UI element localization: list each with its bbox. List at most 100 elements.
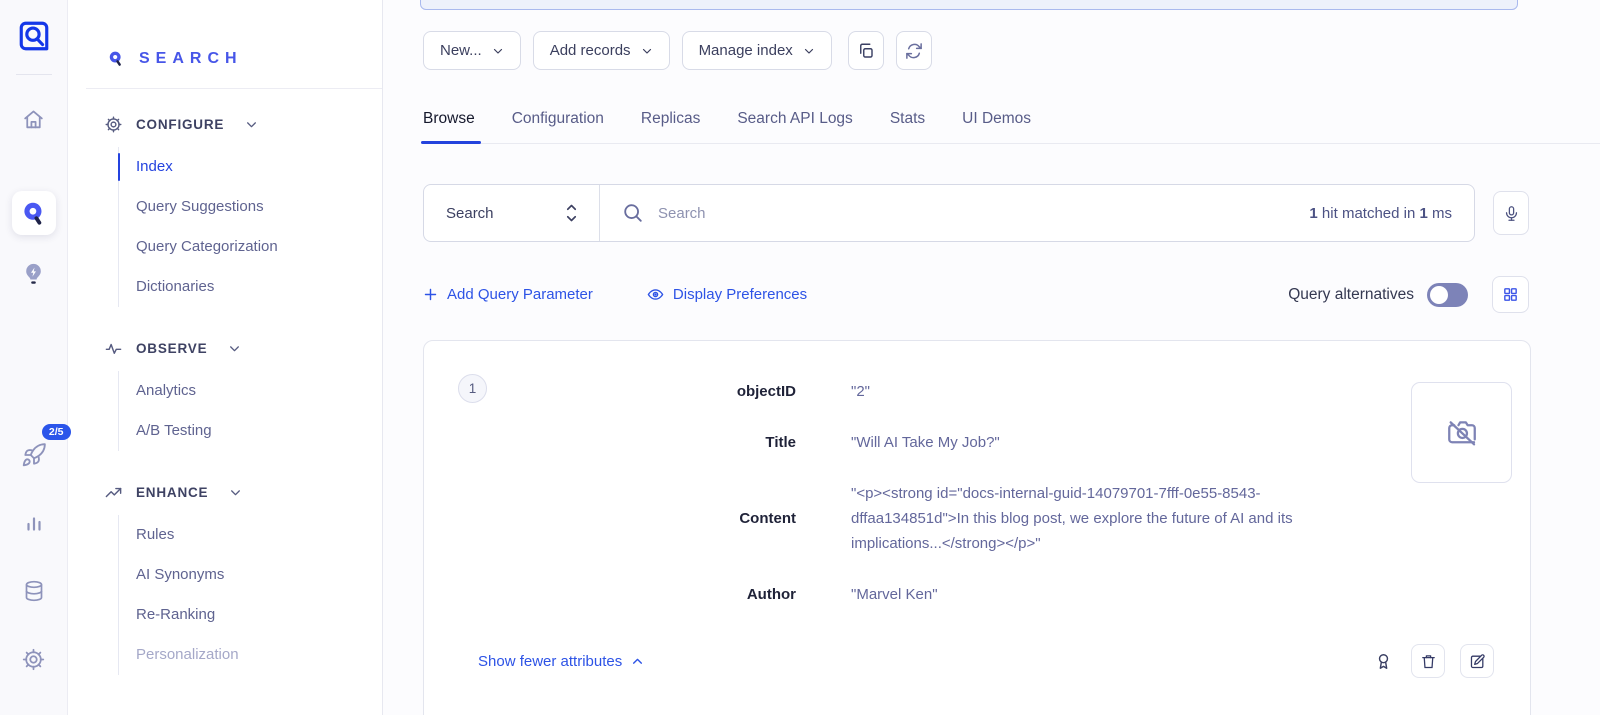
record-actions (1370, 644, 1494, 678)
chevron-down-icon (803, 45, 815, 57)
chevron-down-icon (492, 45, 504, 57)
sidebar-item-ab-testing[interactable]: A/B Testing (119, 411, 382, 451)
award-icon (1374, 652, 1393, 671)
plus-icon (423, 287, 438, 302)
chevron-up-icon (631, 655, 644, 668)
camera-off-icon (1445, 416, 1479, 450)
gear-icon (21, 647, 46, 672)
attribute-value: "Will AI Take My Job?" (851, 430, 1000, 455)
layout-grid-button[interactable] (1492, 276, 1529, 313)
search-product-button[interactable] (12, 191, 56, 235)
getting-started-button[interactable]: 2/5 (12, 433, 56, 477)
tab-replicas[interactable]: Replicas (641, 110, 700, 143)
manage-index-button[interactable]: Manage index (682, 31, 832, 70)
sidebar-item-index[interactable]: Index (119, 147, 382, 187)
tab-ui-demos[interactable]: UI Demos (962, 110, 1031, 143)
sidebar-section-observe: OBSERVE Analytics A/B Testing (68, 335, 382, 457)
home-button[interactable] (12, 97, 56, 141)
tab-configuration[interactable]: Configuration (512, 110, 604, 143)
enhance-section-header[interactable]: ENHANCE (68, 479, 382, 505)
search-bar: Search 1 hit matched in 1 ms (423, 184, 1475, 242)
search-magnifier-brand-icon (106, 49, 127, 70)
query-alternatives-control: Query alternatives (1288, 283, 1468, 307)
search-input[interactable] (658, 205, 1309, 222)
sidebar-item-query-suggestions[interactable]: Query Suggestions (119, 187, 382, 227)
chevron-down-icon (228, 342, 241, 355)
sidebar-item-query-categorization[interactable]: Query Categorization (119, 227, 382, 267)
voice-search-button[interactable] (1493, 191, 1529, 235)
attribute-row: Title "Will AI Take My Job?" (460, 430, 1494, 455)
observe-section-header[interactable]: OBSERVE (68, 335, 382, 361)
eye-icon (647, 286, 664, 303)
display-preferences-link[interactable]: Display Preferences (647, 286, 807, 303)
search-product-icon (20, 200, 47, 227)
recommend-button[interactable] (12, 251, 56, 295)
rail-divider (16, 74, 52, 75)
bar-chart-icon (22, 511, 46, 535)
trash-icon (1420, 653, 1437, 670)
search-mode-select[interactable]: Search (424, 185, 600, 241)
sidebar-item-dictionaries[interactable]: Dictionaries (119, 267, 382, 307)
attribute-name: Author (460, 586, 796, 603)
add-query-parameter-link[interactable]: Add Query Parameter (423, 286, 593, 303)
analytics-rail-button[interactable] (12, 501, 56, 545)
search-row: Search 1 hit matched in 1 ms (423, 184, 1529, 242)
sidebar-item-personalization[interactable]: Personalization (119, 635, 382, 675)
configure-section-header[interactable]: CONFIGURE (68, 111, 382, 137)
main-panel: New... Add records Manage index (383, 0, 1600, 715)
attribute-row: Content "<p><strong id="docs-internal-gu… (460, 481, 1494, 556)
show-fewer-attributes-link[interactable]: Show fewer attributes (478, 653, 644, 670)
result-rank-badge: 1 (458, 374, 487, 403)
new-button[interactable]: New... (423, 31, 521, 70)
attribute-name: Title (460, 434, 796, 451)
delete-record-button[interactable] (1411, 644, 1445, 678)
grid-icon (1502, 286, 1519, 303)
ranking-info-button[interactable] (1370, 644, 1396, 678)
sidebar-section-configure: CONFIGURE Index Query Suggestions Query … (68, 111, 382, 313)
index-selector-cutoff[interactable] (420, 0, 1518, 10)
result-footer: Show fewer attributes (478, 644, 1494, 678)
lightbulb-icon (21, 261, 46, 286)
query-right-controls: Query alternatives (1288, 276, 1529, 313)
app-window: 2/5 (0, 0, 1600, 715)
edit-record-button[interactable] (1460, 644, 1494, 678)
sort-chevrons-icon (564, 202, 579, 224)
toggle-knob (1430, 286, 1448, 304)
sidebar-item-rules[interactable]: Rules (119, 515, 382, 555)
sidebar-item-re-ranking[interactable]: Re-Ranking (119, 595, 382, 635)
index-tabs: Browse Configuration Replicas Search API… (423, 110, 1600, 144)
sidebar-divider (86, 88, 382, 89)
query-controls-row: Add Query Parameter Display Preferences … (423, 276, 1529, 313)
rocket-icon (21, 442, 47, 468)
observe-items: Analytics A/B Testing (118, 371, 382, 451)
add-records-button[interactable]: Add records (533, 31, 670, 70)
attribute-row: objectID "2" (460, 379, 1494, 404)
attribute-name: objectID (460, 383, 796, 400)
algolia-logo[interactable] (14, 16, 54, 56)
tab-search-api-logs[interactable]: Search API Logs (737, 110, 852, 143)
hits-summary: 1 hit matched in 1 ms (1309, 205, 1474, 222)
database-icon (22, 579, 46, 603)
tab-browse[interactable]: Browse (423, 110, 475, 143)
image-placeholder (1411, 382, 1512, 483)
edit-icon (1469, 653, 1486, 670)
chevron-down-icon (229, 486, 242, 499)
copy-index-button[interactable] (848, 31, 884, 70)
attribute-name: Content (460, 510, 796, 527)
trending-up-icon (104, 483, 123, 502)
attribute-list: objectID "2" Title "Will AI Take My Job?… (460, 379, 1494, 607)
tab-stats[interactable]: Stats (890, 110, 925, 143)
sidebar-item-ai-synonyms[interactable]: AI Synonyms (119, 555, 382, 595)
usage-badge: 2/5 (42, 424, 71, 440)
sidebar-item-analytics[interactable]: Analytics (119, 371, 382, 411)
configure-items: Index Query Suggestions Query Categoriza… (118, 147, 382, 307)
copy-icon (857, 42, 875, 60)
data-rail-button[interactable] (12, 569, 56, 613)
settings-rail-button[interactable] (12, 637, 56, 681)
microphone-icon (1503, 205, 1520, 222)
refresh-button[interactable] (896, 31, 932, 70)
enhance-items: Rules AI Synonyms Re-Ranking Personaliza… (118, 515, 382, 675)
query-alternatives-toggle[interactable] (1427, 283, 1468, 307)
sidebar-header: SEARCH (68, 0, 382, 88)
sidebar-title: SEARCH (139, 50, 243, 68)
